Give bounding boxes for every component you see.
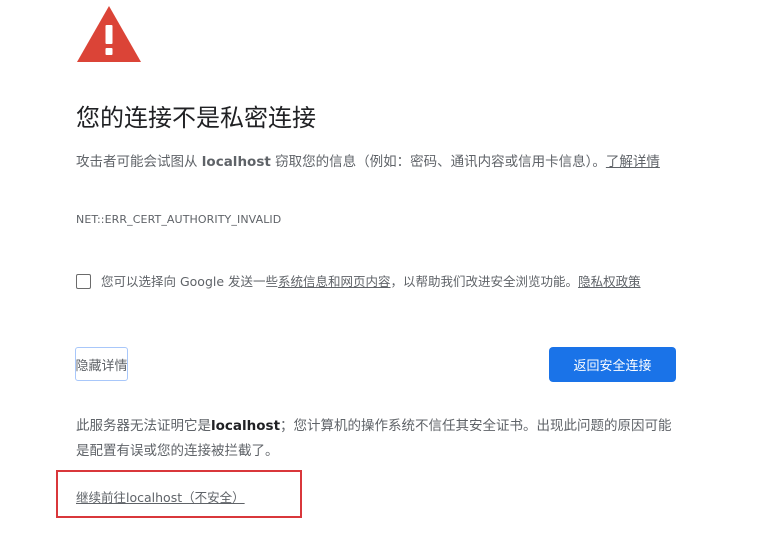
hide-details-button[interactable]: 隐藏详情 [75,347,128,381]
system-info-link[interactable]: 系统信息和网页内容 [278,274,391,289]
warning-triangle-icon [77,6,141,62]
back-to-safety-button[interactable]: 返回安全连接 [549,347,676,382]
explanation-text: 攻击者可能会试图从 localhost 窃取您的信息（例如：密码、通讯内容或信用… [76,150,676,175]
details-before: 此服务器无法证明它是 [76,418,211,434]
safe-browsing-optin: 您可以选择向 Google 发送一些系统信息和网页内容，以帮助我们改进安全浏览功… [76,273,696,291]
explanation-before: 攻击者可能会试图从 [76,154,202,170]
optin-middle: ，以帮助我们改进安全浏览功能。 [390,274,579,289]
proceed-unsafe-link[interactable]: 继续前往localhost（不安全） [76,487,245,506]
privacy-policy-link[interactable]: 隐私权政策 [578,274,641,289]
error-code: NET::ERR_CERT_AUTHORITY_INVALID [76,213,282,226]
details-text: 此服务器无法证明它是localhost；您计算机的操作系统不信任其安全证书。出现… [76,414,676,464]
optin-before: 您可以选择向 Google 发送一些 [101,274,279,289]
optin-text: 您可以选择向 Google 发送一些系统信息和网页内容，以帮助我们改进安全浏览功… [101,273,641,291]
optin-checkbox[interactable] [76,274,91,289]
explanation-host: localhost [201,154,271,170]
page-title: 您的连接不是私密连接 [76,104,316,132]
explanation-after: 窃取您的信息（例如：密码、通讯内容或信用卡信息）。 [270,154,606,170]
details-host: localhost [211,418,281,434]
learn-more-link[interactable]: 了解详情 [606,154,660,170]
